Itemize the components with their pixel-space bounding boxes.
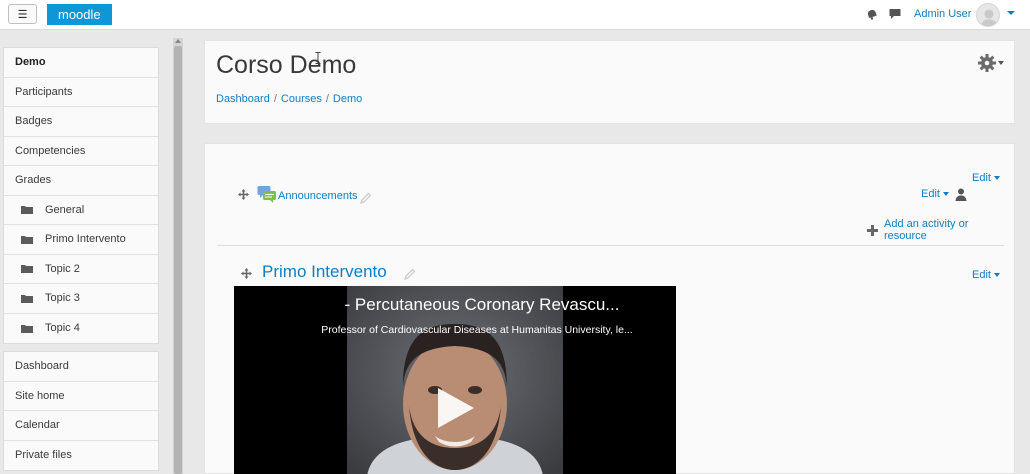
nav-item-demo[interactable]: Demo <box>4 48 158 78</box>
folder-icon <box>21 294 33 303</box>
plus-icon <box>867 224 878 236</box>
edit-title-pencil-icon[interactable] <box>360 192 372 204</box>
section-divider <box>217 245 1004 246</box>
video-title: - Percutaneous Coronary Revascu... <box>344 295 620 314</box>
text-cursor-icon <box>315 52 321 64</box>
course-content: Edit Announcements Edit Add an activity … <box>204 143 1015 474</box>
nav-item-dashboard[interactable]: Dashboard <box>4 352 158 382</box>
nav-item-topic-2[interactable]: Topic 2 <box>4 255 158 284</box>
messages-icon[interactable] <box>889 8 901 20</box>
announcements-link[interactable]: Announcements <box>278 190 358 202</box>
nav-item-label: Site home <box>15 389 65 402</box>
add-activity-label: Add an activity or resource <box>883 218 969 242</box>
nav-item-label: Primo Intervento <box>45 233 126 246</box>
folder-icon <box>21 265 33 274</box>
caret-down-icon <box>993 176 1000 181</box>
avatar[interactable] <box>976 3 1000 27</box>
activity-edit-menu[interactable]: Edit <box>921 188 949 200</box>
scrollbar-thumb[interactable] <box>174 46 182 474</box>
nav-drawer: Demo Participants Badges Competencies Grades… <box>0 38 173 474</box>
site-nav-block: Dashboard Site home Calendar Private files <box>3 351 159 471</box>
nav-item-label: Topic 4 <box>45 322 80 335</box>
nav-item-calendar[interactable]: Calendar <box>4 411 158 441</box>
forum-icon <box>257 186 276 203</box>
folder-icon <box>21 206 33 215</box>
breadcrumb-separator: / <box>325 93 329 105</box>
nav-item-label: Calendar <box>15 419 60 432</box>
nav-item-label: Topic 2 <box>45 262 80 275</box>
edit-label: Edit <box>972 269 991 281</box>
user-menu-caret-icon[interactable] <box>1007 11 1015 15</box>
section-title[interactable]: Primo Intervento <box>262 262 387 282</box>
section1-edit-menu[interactable]: Edit <box>972 269 1000 281</box>
nav-item-badges[interactable]: Badges <box>4 107 158 137</box>
page-title: Corso Demo <box>216 51 357 79</box>
caret-down-icon <box>993 273 1000 278</box>
breadcrumb-courses[interactable]: Courses <box>281 93 322 105</box>
gear-icon[interactable] <box>977 53 997 73</box>
nav-item-label: Private files <box>15 449 72 462</box>
nav-item-grades[interactable]: Grades <box>4 166 158 196</box>
nav-item-label: Topic 3 <box>45 292 80 305</box>
drawer-scrollbar[interactable] <box>173 38 183 474</box>
nav-item-participants[interactable]: Participants <box>4 78 158 107</box>
nav-item-label: General <box>45 203 85 216</box>
user-icon[interactable] <box>955 188 967 201</box>
nav-item-label: Grades <box>15 174 52 187</box>
move-icon[interactable] <box>238 189 249 200</box>
breadcrumb-demo[interactable]: Demo <box>333 93 362 105</box>
nav-item-private-files[interactable]: Private files <box>4 441 158 471</box>
folder-icon <box>21 324 33 333</box>
notifications-icon[interactable] <box>866 8 878 20</box>
scroll-up-icon[interactable] <box>175 39 181 43</box>
nav-item-label: Competencies <box>15 144 86 157</box>
edit-label: Edit <box>921 188 940 200</box>
page-header: Corso Demo Dashboard / Courses / Demo <box>204 40 1015 124</box>
edit-label: Edit <box>972 172 991 184</box>
nav-item-general[interactable]: General <box>4 196 158 225</box>
course-nav-block: Demo Participants Badges Competencies Grades… <box>3 47 159 344</box>
folder-icon <box>21 235 33 244</box>
nav-item-label: Dashboard <box>15 360 69 373</box>
gear-caret-icon[interactable] <box>998 61 1004 65</box>
move-icon[interactable] <box>241 268 252 279</box>
nav-item-topic-4[interactable]: Topic 4 <box>4 314 158 344</box>
top-navbar: ☰ moodle Admin User <box>0 0 1030 30</box>
caret-down-icon <box>942 192 949 197</box>
video-player[interactable]: - Percutaneous Coronary Revascu... Profe… <box>234 286 676 474</box>
nav-item-label: Participants <box>15 85 73 98</box>
drawer-toggle-button[interactable]: ☰ <box>8 4 37 24</box>
nav-item-label: Demo <box>15 56 46 69</box>
edit-title-pencil-icon[interactable] <box>404 268 416 280</box>
nav-item-competencies[interactable]: Competencies <box>4 137 158 166</box>
nav-item-site-home[interactable]: Site home <box>4 382 158 411</box>
add-activity-button[interactable]: Add an activity or resource <box>867 218 1014 242</box>
video-subtitle: Professor of Cardiovascular Diseases at … <box>321 324 633 336</box>
nav-item-primo-intervento[interactable]: Primo Intervento <box>4 225 158 255</box>
nav-item-topic-3[interactable]: Topic 3 <box>4 284 158 314</box>
nav-item-label: Badges <box>15 115 53 128</box>
breadcrumb: Dashboard / Courses / Demo <box>216 93 362 105</box>
user-name[interactable]: Admin User <box>914 8 971 20</box>
moodle-logo-link[interactable]: moodle <box>47 4 112 25</box>
section0-edit-menu[interactable]: Edit <box>972 172 1000 184</box>
hamburger-icon: ☰ <box>17 8 28 21</box>
play-icon[interactable] <box>436 386 476 430</box>
breadcrumb-separator: / <box>273 93 277 105</box>
breadcrumb-dashboard[interactable]: Dashboard <box>216 93 270 105</box>
